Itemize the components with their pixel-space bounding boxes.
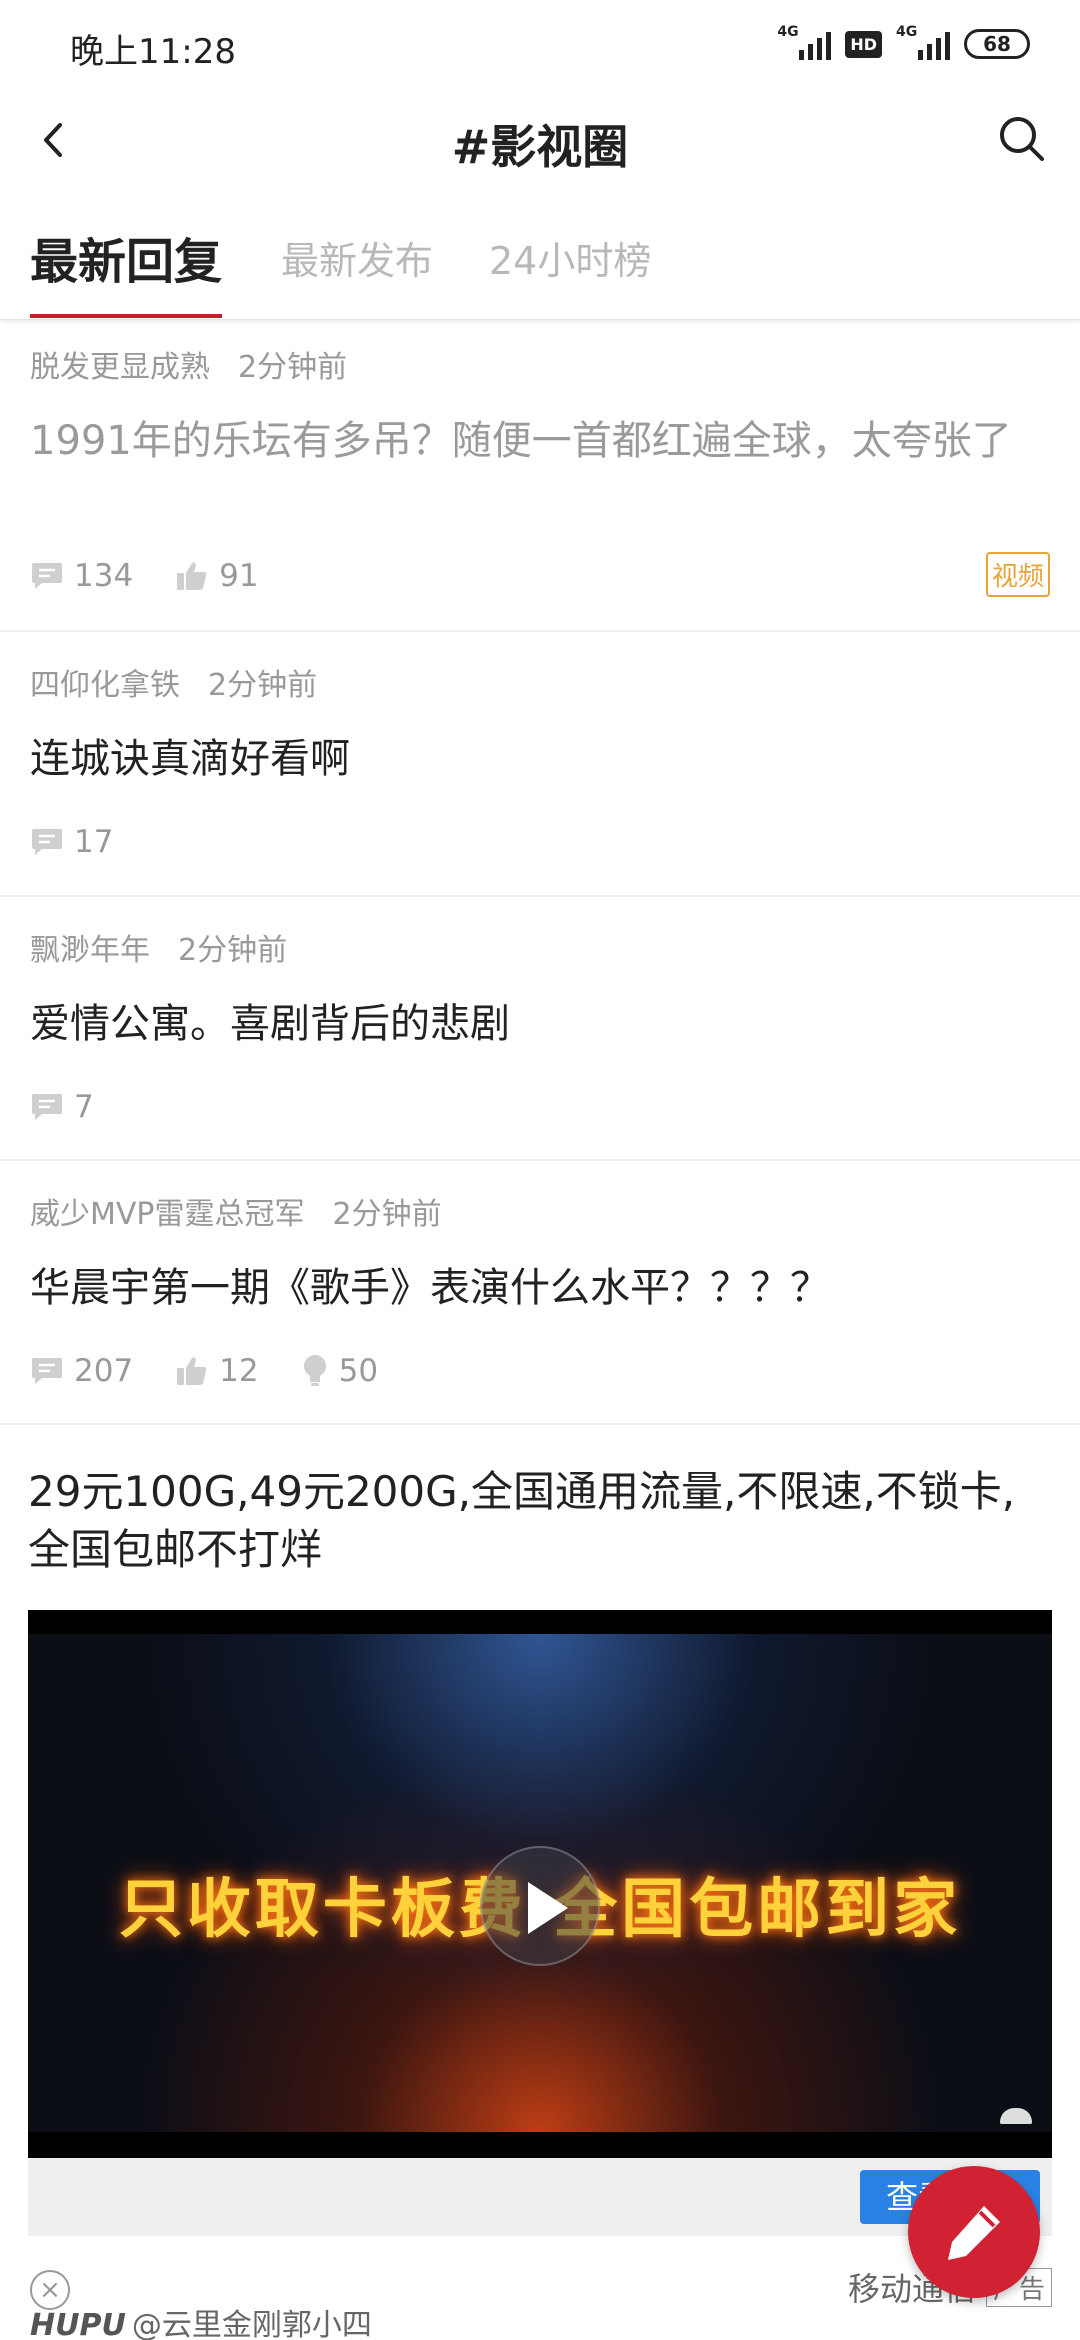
watermark-brand: HUPU — [30, 2308, 126, 2340]
post-stats: 134 91 — [30, 558, 301, 594]
watermark-user: @云里金刚郭小四 — [131, 2308, 372, 2340]
search-icon — [1000, 117, 1044, 161]
edit-pen-icon — [948, 2206, 1000, 2260]
compose-button[interactable] — [908, 2166, 1040, 2298]
list-item[interactable]: 四仰化拿铁 2分钟前 连城诀真滴好看啊 17 — [0, 632, 1080, 897]
comment-icon — [32, 1094, 62, 1120]
page-title: #影视圈 — [451, 120, 629, 174]
comment-count-value: 134 — [74, 558, 134, 594]
post-title: 华晨宇第一期《歌手》表演什么水平？？？？ — [30, 1265, 830, 1311]
post-title: 爱情公寓。喜剧背后的悲剧 — [30, 1001, 510, 1047]
comment-count: 207 — [30, 1353, 133, 1389]
video-tag: 视频 — [985, 552, 1050, 597]
post-time: 2分钟前 — [332, 1197, 442, 1232]
post-title: 1991年的乐坛有多吊？随便一首都红遍全球，太夸张了 — [30, 418, 1012, 464]
play-icon[interactable] — [480, 1846, 600, 1966]
list-item[interactable]: 脱发更显成熟 2分钟前 1991年的乐坛有多吊？随便一首都红遍全球，太夸张了 13… — [0, 322, 1080, 632]
post-author: 飘渺年年 — [30, 933, 150, 968]
post-time: 2分钟前 — [238, 350, 348, 385]
comment-icon — [32, 1358, 62, 1384]
comment-count: 134 — [30, 558, 133, 594]
post-stats: 17 — [30, 824, 155, 860]
active-tab-indicator — [30, 314, 222, 318]
post-meta: 威少MVP雷霆总冠军 2分钟前 — [30, 1189, 442, 1233]
post-title: 连城诀真滴好看啊 — [30, 736, 350, 782]
battery-icon: 68 — [964, 29, 1030, 59]
post-author: 四仰化拿铁 — [30, 668, 180, 703]
ad-title[interactable]: 29元100G,49元200G,全国通用流量,不限速,不锁卡,全国包邮不打烊 — [28, 1463, 1052, 1579]
status-bar: 晚上11:28 4G HD 4G 68 — [0, 0, 1080, 90]
comment-count: 7 — [30, 1089, 94, 1125]
tab-24h-ranking[interactable]: 24小时榜 — [489, 230, 651, 285]
search-button[interactable] — [992, 109, 1052, 169]
tab-bar: 最新回复 最新发布 24小时榜 — [0, 218, 1080, 320]
comment-count-value: 207 — [74, 1353, 134, 1389]
like-count: 12 — [175, 1353, 259, 1389]
post-time: 2分钟前 — [178, 933, 288, 968]
post-author: 脱发更显成熟 — [30, 350, 210, 385]
list-item[interactable]: 飘渺年年 2分钟前 爱情公寓。喜剧背后的悲剧 7 — [0, 897, 1080, 1161]
post-meta: 飘渺年年 2分钟前 — [30, 925, 287, 969]
post-meta: 脱发更显成熟 2分钟前 — [30, 342, 347, 386]
status-time: 晚上11:28 — [70, 32, 236, 72]
tab-latest-reply[interactable]: 最新回复 — [30, 222, 222, 292]
nav-bar: #影视圈 — [0, 95, 1080, 185]
ad-video-frame: 只收取卡板费 全国包邮到家 — [28, 1634, 1052, 2132]
ad-action-bar: 查看详情 — [28, 2158, 1052, 2236]
ad-video[interactable]: 只收取卡板费 全国包邮到家 — [28, 1610, 1052, 2158]
video-watermark-icon — [1000, 2108, 1032, 2124]
hot-count: 50 — [301, 1353, 378, 1389]
like-count-value: 12 — [219, 1353, 259, 1389]
comment-count-value: 7 — [74, 1089, 94, 1125]
like-count: 91 — [175, 558, 259, 594]
hot-count-value: 50 — [338, 1353, 379, 1389]
signal-icon: 4G — [777, 24, 832, 60]
comment-count-value: 17 — [74, 824, 114, 860]
list-item[interactable]: 威少MVP雷霆总冠军 2分钟前 华晨宇第一期《歌手》表演什么水平？？？？ 207 … — [0, 1161, 1080, 1425]
post-meta: 四仰化拿铁 2分钟前 — [30, 660, 317, 704]
signal-icon: 4G — [896, 24, 950, 60]
status-icons: 4G HD 4G 68 — [777, 24, 1030, 60]
post-time: 2分钟前 — [208, 668, 318, 703]
hd-badge: HD — [845, 30, 882, 58]
post-stats: 7 — [30, 1089, 136, 1125]
thumbs-up-icon — [177, 1357, 207, 1385]
post-stats: 207 12 50 — [30, 1353, 420, 1389]
lightbulb-icon — [303, 1355, 326, 1386]
tab-latest-post[interactable]: 最新发布 — [281, 230, 433, 285]
comment-count: 17 — [30, 824, 113, 860]
thumbs-up-icon — [177, 562, 207, 590]
signal-label: 4G — [896, 24, 918, 40]
watermark: HUPU @云里金刚郭小四 — [30, 2300, 372, 2340]
comment-icon — [32, 563, 62, 589]
like-count-value: 91 — [219, 558, 259, 594]
comment-icon — [32, 829, 62, 855]
post-author: 威少MVP雷霆总冠军 — [30, 1197, 305, 1232]
signal-label: 4G — [777, 24, 799, 40]
